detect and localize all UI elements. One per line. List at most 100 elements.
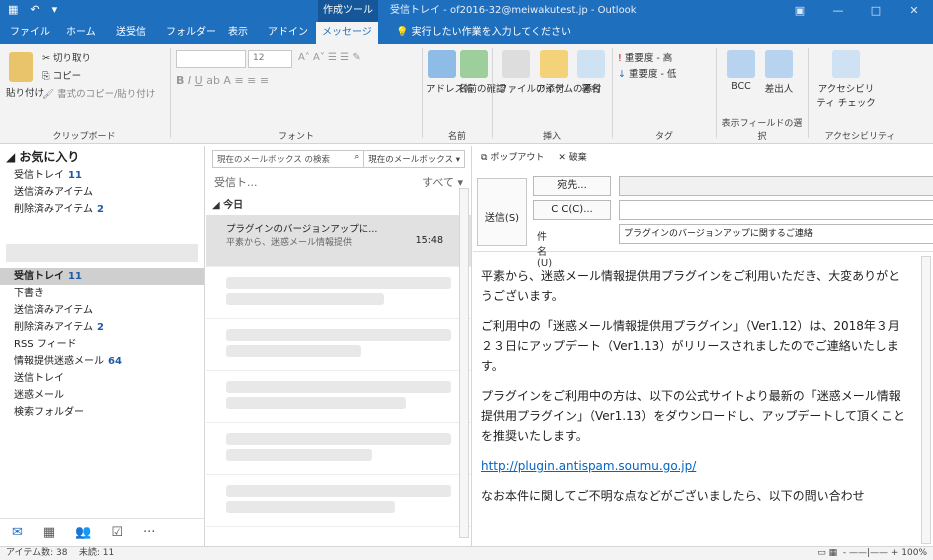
ribbon-display-options-icon[interactable]: ▣ (781, 0, 819, 22)
attach-file-button[interactable]: ファイルの添付 (498, 50, 565, 95)
quick-access-toolbar: ▦ ↶ ▾ (8, 3, 57, 16)
list-item[interactable]: プラグインのバージョンアップに... 平素から、迷惑メール情報提供 15:48 (206, 215, 471, 267)
maximize-button[interactable]: □ (857, 0, 895, 22)
to-button[interactable]: 宛先... (533, 176, 611, 196)
include-group: ファイルの添付 アイテムの添付 署名 挿入 (494, 44, 610, 144)
folder-label: 受信トレイ (14, 170, 64, 181)
list-scrollbar[interactable] (459, 188, 469, 538)
message-body[interactable]: 平素から、迷惑メール情報提供用プラグインをご利用いただき、大変ありがとうございま… (481, 262, 913, 546)
copy-icon: ⎘ (42, 71, 50, 82)
font-size-box[interactable]: 12 (248, 50, 292, 68)
tell-me-box[interactable]: 💡 実行したい作業を入力してください (390, 22, 577, 44)
folder-deleted[interactable]: 削除済みアイテム 2 (0, 319, 204, 336)
tab-view[interactable]: 表示 (222, 22, 254, 44)
customize-qat-icon[interactable]: ▾ (52, 3, 58, 16)
body-scrollbar[interactable] (921, 256, 931, 544)
tab-addins[interactable]: アドイン (262, 22, 314, 44)
account-header[interactable] (6, 244, 198, 262)
tasks-icon[interactable]: ☑ (111, 525, 123, 540)
outlook-icon[interactable]: ▦ (8, 3, 18, 16)
send-button[interactable]: 送信(S) (477, 178, 527, 246)
format-painter-button[interactable]: 🖌 書式のコピー/貼り付け (42, 86, 155, 100)
folder-drafts[interactable]: 下書き (0, 285, 204, 302)
folder-inbox[interactable]: 受信トレイ 11 (0, 268, 204, 285)
importance-high-button[interactable]: ! 重要度 - 高 (618, 50, 672, 64)
tab-folder[interactable]: フォルダー (160, 22, 222, 44)
undo-icon[interactable]: ↶ (30, 3, 39, 16)
popout-button[interactable]: ⧉ ポップアウト (481, 150, 544, 163)
font-group: 12 A˄ A˅ ☰ ☰ ✎ B I U ab A ≡ ≡ ≡ フォント (172, 44, 420, 144)
paste-button[interactable]: 貼り付け (6, 52, 44, 99)
importance-high-label: 重要度 - 高 (624, 53, 673, 64)
body-paragraph: なお本件に関してご不明な点などがございましたら、以下の問い合わせ (481, 489, 865, 503)
importance-low-button[interactable]: ↓ 重要度 - 低 (618, 66, 676, 80)
bcc-button[interactable]: BCC (724, 50, 758, 92)
search-input[interactable]: 現在のメールボックス の検索 (213, 151, 351, 167)
folder-junk[interactable]: 迷惑メール (0, 387, 204, 404)
cc-field[interactable] (619, 200, 933, 220)
folder-label: 検索フォルダー (14, 407, 84, 418)
close-icon: ✕ (558, 153, 566, 163)
bcc-label: BCC (731, 81, 751, 92)
favorite-sent[interactable]: 送信済みアイテム (0, 184, 204, 201)
folder-rss[interactable]: RSS フィード (0, 336, 204, 353)
list-item[interactable] (206, 267, 471, 319)
message-time: 15:48 (415, 235, 443, 246)
filter-dropdown[interactable]: すべて ▾ (422, 174, 463, 190)
close-button[interactable]: ✕ (895, 0, 933, 22)
folder-search[interactable]: 検索フォルダー (0, 404, 204, 421)
subject-field[interactable]: プラグインのバージョンアップに関するご連絡 (619, 224, 933, 244)
mail-icon[interactable]: ✉ (12, 525, 23, 540)
folder-label: 送信済みアイテム (14, 305, 93, 316)
zoom-control[interactable]: ▭ ▦ - ——|—— + 100% (817, 547, 927, 560)
list-item[interactable] (206, 371, 471, 423)
people-icon[interactable]: 👥 (75, 525, 91, 540)
address-book-button[interactable]: アドレス帳 (426, 50, 474, 95)
list-item[interactable] (206, 319, 471, 371)
blurred-text (226, 293, 384, 305)
folder-outbox[interactable]: 送信トレイ (0, 370, 204, 387)
favorite-inbox[interactable]: 受信トレイ 11 (0, 167, 204, 184)
search-icon[interactable]: ⌕ (351, 151, 364, 167)
check-accessibility-button[interactable]: アクセシビリティ チェック (816, 50, 876, 109)
context-tools-label: 作成ツール (318, 0, 378, 22)
tab-message[interactable]: メッセージ (316, 22, 378, 44)
folder-sent[interactable]: 送信済みアイテム (0, 302, 204, 319)
font-name-box[interactable] (176, 50, 246, 68)
list-item[interactable] (206, 423, 471, 475)
font-grow-icon[interactable]: A˄ A˅ ☰ ☰ ✎ (298, 52, 361, 63)
discard-button[interactable]: ✕ 破棄 (558, 150, 586, 163)
copy-button[interactable]: ⎘ コピー (42, 68, 81, 82)
minimize-button[interactable]: — (819, 0, 857, 22)
item-count: アイテム数: 38 (6, 548, 68, 558)
tab-send-receive[interactable]: 送受信 (110, 22, 152, 44)
plugin-link[interactable]: http://plugin.antispam.soumu.go.jp/ (481, 459, 696, 473)
unread-count: 64 (108, 356, 122, 367)
status-bar: アイテム数: 38 未読: 11 ▭ ▦ - ——|—— + 100% (0, 546, 933, 560)
font-format-icons[interactable]: B I U ab A ≡ ≡ ≡ (176, 74, 269, 87)
group-header-today[interactable]: ◢ 今日 (206, 192, 471, 215)
cut-button[interactable]: ✂ 切り取り (42, 50, 91, 64)
unread-count: 11 (68, 271, 82, 282)
tab-home[interactable]: ホーム (60, 22, 102, 44)
compose-toolbar: ⧉ ポップアウト ✕ 破棄 (473, 146, 933, 166)
from-button[interactable]: 差出人 (762, 50, 796, 95)
signature-button[interactable]: 署名 (576, 50, 606, 95)
to-field[interactable] (619, 176, 933, 196)
list-item[interactable] (206, 475, 471, 527)
cc-button[interactable]: C C(C)... (533, 200, 611, 220)
separator (422, 48, 423, 138)
attach-item-button[interactable]: アイテムの添付 (536, 50, 602, 95)
favorites-header[interactable]: ◢ お気に入り (0, 146, 204, 167)
accessibility-group: アクセシビリティ チェック アクセシビリティ (810, 44, 910, 144)
calendar-icon[interactable]: ▦ (43, 525, 55, 540)
search-scope-dropdown[interactable]: 現在のメールボックス ▾ (363, 151, 464, 167)
check-names-button[interactable]: 名前の確認 (458, 50, 506, 95)
copy-label: コピー (52, 71, 82, 82)
tab-file[interactable]: ファイル (4, 22, 56, 44)
more-icon[interactable]: ··· (143, 525, 155, 540)
folder-spam-report[interactable]: 情報提供迷惑メール 64 (0, 353, 204, 370)
folder-label: 送信済みアイテム (14, 187, 93, 198)
message-subject: プラグインのバージョンアップに... (226, 224, 378, 235)
favorite-deleted[interactable]: 削除済みアイテム 2 (0, 201, 204, 218)
